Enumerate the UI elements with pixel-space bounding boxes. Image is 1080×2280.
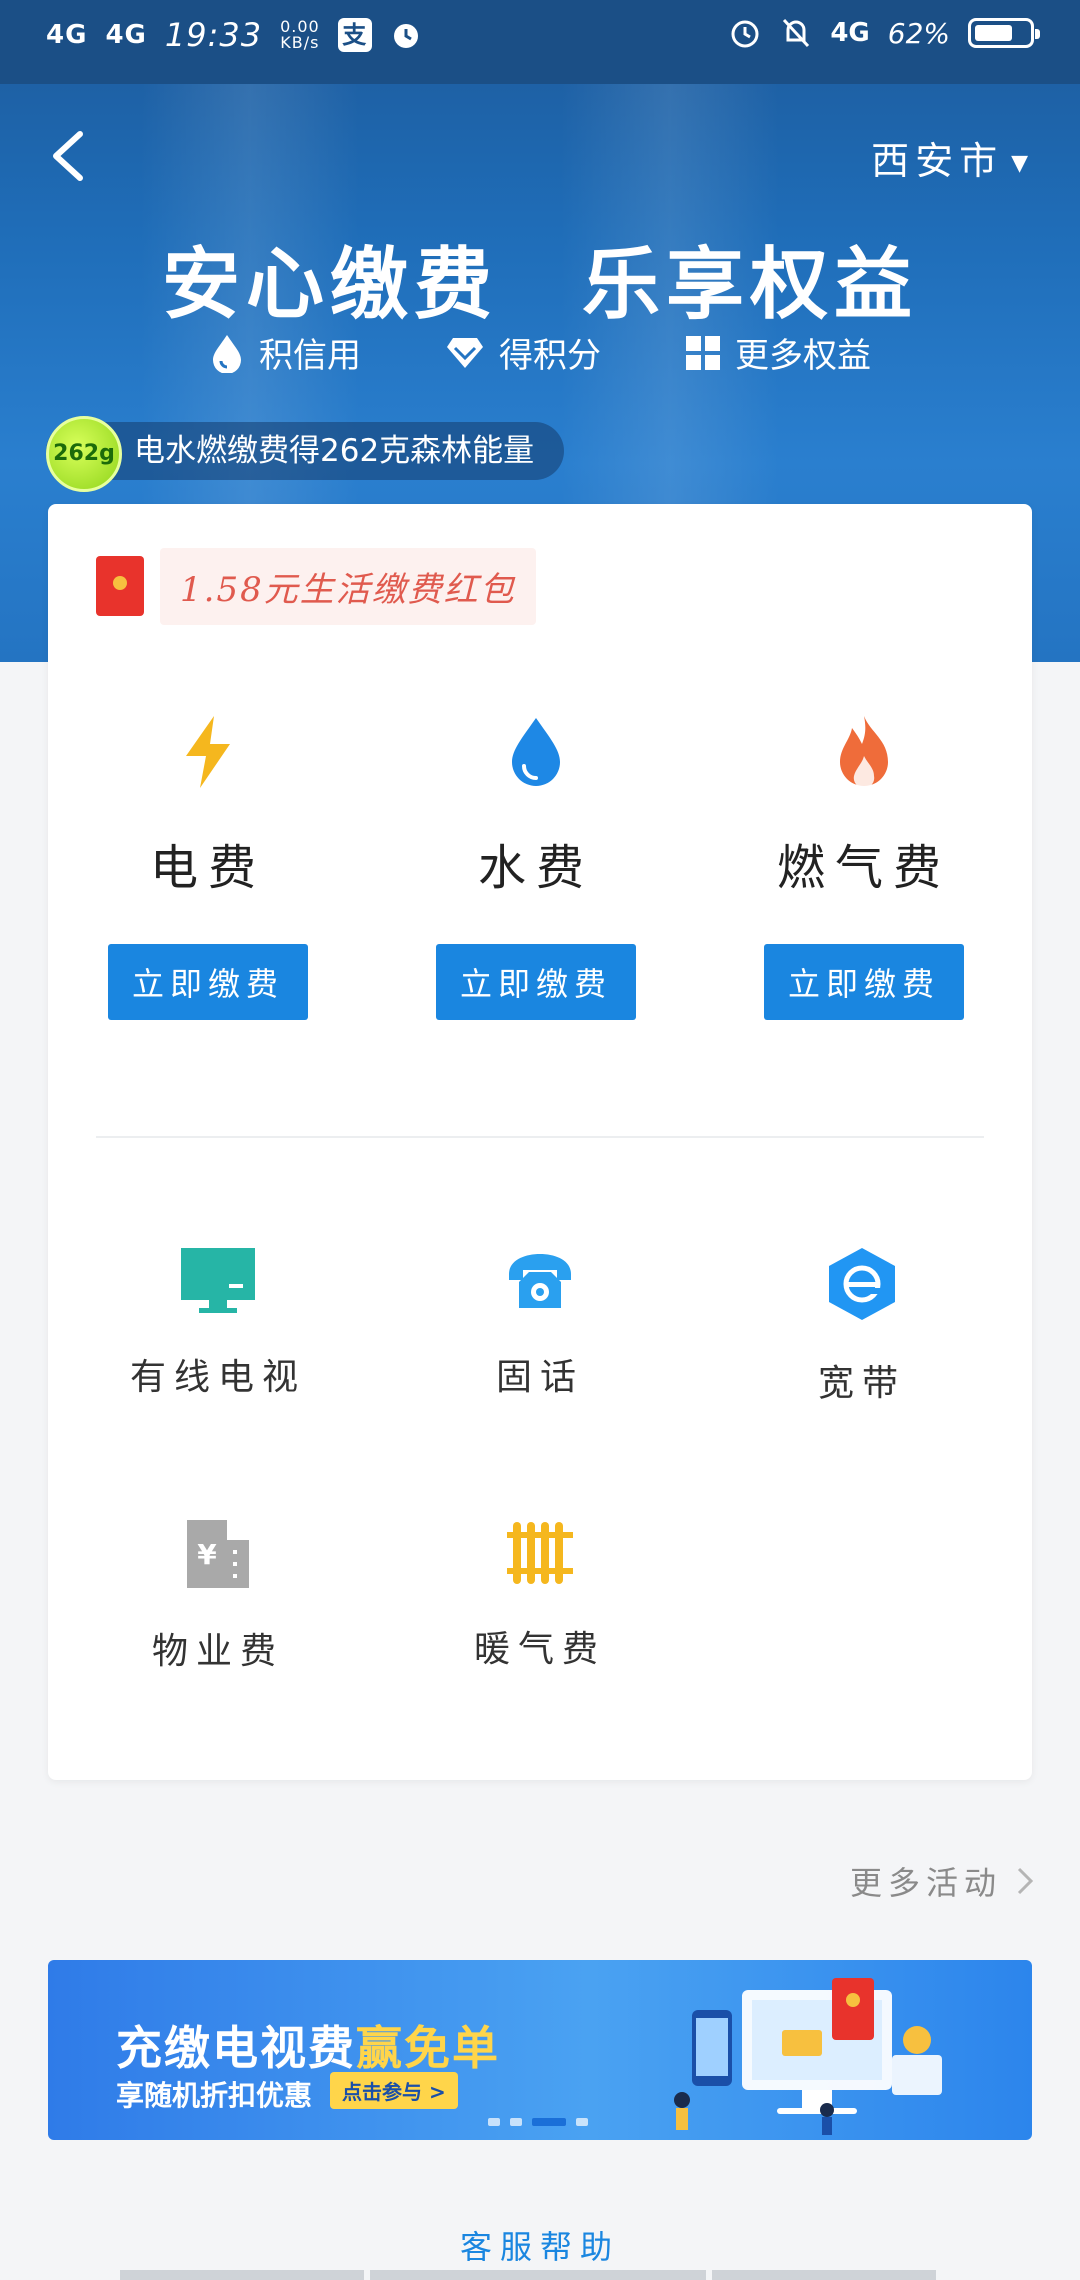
radiator-icon	[507, 1522, 573, 1584]
banner-title-main: 充缴电视费	[116, 2021, 356, 2075]
network-type-label: 4G	[830, 18, 870, 48]
forest-energy-banner[interactable]: 262g 电水燃缴费得262克森林能量	[46, 416, 565, 492]
mute-bell-icon	[783, 18, 810, 48]
speed-unit: KB/s	[280, 33, 320, 52]
battery-icon	[968, 18, 1040, 48]
banner-title-highlight: 赢免单	[356, 2021, 500, 2075]
pay-water-button[interactable]: 立即缴费	[436, 944, 636, 1020]
energy-text: 电水燃缴费得262克森林能量	[134, 433, 535, 469]
utility-electricity: 电费 立即缴费	[58, 714, 358, 1020]
benefit-label: 更多权益	[735, 336, 871, 376]
page-slogan: 安心缴费 乐享权益	[161, 240, 918, 330]
benefit-label: 得积分	[499, 336, 601, 376]
pay-gas-button[interactable]: 立即缴费	[764, 944, 964, 1020]
service-property-fee[interactable]: ¥ 物业费	[58, 1518, 378, 1674]
chevron-right-icon	[1017, 1867, 1034, 1895]
clock-time: 19:33	[164, 16, 263, 54]
pager-dot	[510, 2118, 522, 2126]
building-yen-icon: ¥	[187, 1520, 249, 1588]
battery-percent: 62%	[887, 16, 950, 50]
svg-text:¥: ¥	[197, 1538, 217, 1571]
grid-icon	[686, 335, 720, 370]
service-label: 有线电视	[129, 1357, 306, 1398]
banner-subtitle: 享随机折扣优惠	[116, 2079, 313, 2112]
utility-water: 水费 立即缴费	[386, 714, 686, 1020]
broadband-e-icon	[829, 1248, 895, 1320]
benefits-row: 积信用 得积分 更多权益	[0, 328, 1080, 377]
benefit-more[interactable]: 更多权益	[685, 328, 871, 377]
water-drop-icon	[512, 718, 560, 786]
alipay-notification-icon: 支	[337, 18, 372, 52]
payment-card: 1.58元生活缴费红包 电费 立即缴费 水费 立即缴费 燃气费 立即缴费 有线电…	[48, 504, 1032, 1780]
flame-icon	[840, 716, 888, 789]
service-cable-tv[interactable]: 有线电视	[58, 1246, 378, 1400]
promo-banner[interactable]: 充缴电视费赢免单 享随机折扣优惠 点击参与 >	[48, 1960, 1032, 2140]
city-label: 西安市	[871, 139, 1004, 183]
banner-join-button[interactable]: 点击参与 >	[330, 2072, 458, 2109]
chevron-down-icon: ▼	[1011, 151, 1034, 176]
service-label: 固话	[495, 1357, 584, 1398]
signal-1-label: 4G	[46, 20, 88, 50]
status-bar: 4G 4G 19:33 0.00 KB/s 支 4G 62%	[0, 0, 1080, 84]
pay-electricity-button[interactable]: 立即缴费	[108, 944, 308, 1020]
service-heating-fee[interactable]: 暖气费	[380, 1518, 700, 1672]
utility-name: 电费	[149, 840, 266, 896]
network-speed: 0.00 KB/s	[280, 19, 320, 51]
benefit-points[interactable]: 得积分	[445, 328, 601, 377]
banner-pager	[488, 2118, 588, 2126]
service-label: 物业费	[151, 1631, 284, 1672]
customer-help-link[interactable]: 客服帮助	[0, 2222, 1080, 2268]
benefit-label: 积信用	[259, 336, 361, 376]
bottom-strip-segment	[712, 2270, 936, 2280]
bottom-strip-segment	[370, 2270, 706, 2280]
alarm-icon	[731, 20, 759, 48]
banner-illustration	[674, 1978, 942, 2135]
utility-name: 水费	[477, 840, 594, 896]
pager-dot-active	[532, 2118, 566, 2126]
signal-2-label: 4G	[105, 20, 147, 50]
red-packet-banner[interactable]: 1.58元生活缴费红包	[96, 547, 536, 625]
diamond-icon	[447, 337, 483, 368]
bottom-strip	[120, 2270, 936, 2280]
banner-title: 充缴电视费赢免单	[116, 2012, 500, 2078]
service-broadband[interactable]: 宽带	[702, 1246, 1022, 1406]
tv-icon	[181, 1248, 255, 1313]
service-landline[interactable]: 固话	[380, 1246, 700, 1400]
lightning-icon	[186, 716, 230, 788]
back-arrow-icon[interactable]	[44, 126, 94, 186]
city-selector[interactable]: 西安市 ▼	[871, 130, 1034, 185]
red-envelope-icon	[96, 556, 144, 616]
energy-badge: 262g	[46, 416, 122, 492]
pager-dot	[488, 2118, 500, 2126]
more-activities-label: 更多活动	[849, 1864, 1002, 1902]
telephone-icon	[509, 1254, 571, 1308]
benefit-credit[interactable]: 积信用	[209, 328, 361, 377]
service-label: 宽带	[817, 1363, 906, 1404]
utility-name: 燃气费	[776, 840, 951, 896]
alarm-icon	[393, 24, 418, 48]
more-activities-link[interactable]: 更多活动	[850, 1858, 1034, 1904]
service-label: 暖气费	[473, 1629, 606, 1670]
utility-gas: 燃气费 立即缴费	[714, 714, 1014, 1020]
bottom-strip-segment	[120, 2270, 364, 2280]
credit-drop-icon	[213, 334, 241, 373]
pager-dot	[576, 2118, 588, 2126]
red-packet-text: 1.58元生活缴费红包	[160, 547, 536, 625]
section-divider	[96, 1136, 984, 1138]
